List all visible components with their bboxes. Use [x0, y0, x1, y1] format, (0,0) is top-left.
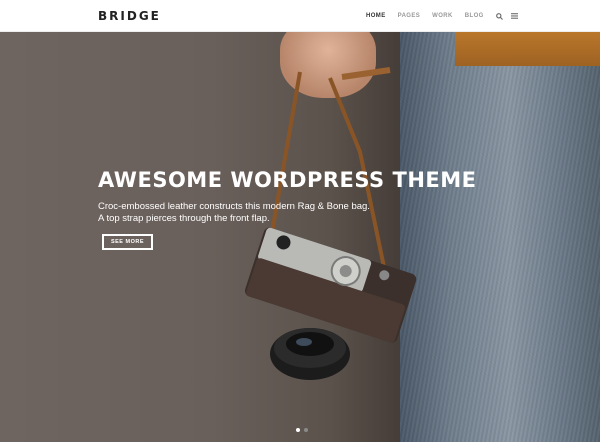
nav-item-blog[interactable]: BLOG [465, 13, 484, 19]
nav-item-work[interactable]: WORK [432, 13, 453, 19]
hero-camera-image [244, 67, 417, 380]
slider-dot-1[interactable] [296, 428, 300, 432]
slider-dot-2[interactable] [304, 428, 308, 432]
slider-pagination [296, 428, 312, 432]
hero-title: AWESOME WORDPRESS THEME [98, 168, 477, 192]
hero-slider: AWESOME WORDPRESS THEME Croc-embossed le… [0, 32, 600, 442]
hero-description-line-2: A top strap pierces through the front fl… [98, 213, 270, 224]
hero-description-line-1: Croc-embossed leather constructs this mo… [98, 201, 370, 212]
nav-item-pages[interactable]: PAGES [398, 13, 421, 19]
site-logo[interactable]: BRIDGE [98, 9, 161, 23]
site-header: BRIDGE HOME PAGES WORK BLOG [0, 0, 600, 32]
hamburger-menu-icon[interactable] [511, 12, 519, 20]
hero-description: Croc-embossed leather constructs this mo… [98, 201, 370, 225]
main-nav: HOME PAGES WORK BLOG [366, 12, 526, 20]
search-icon[interactable] [496, 12, 504, 20]
see-more-button[interactable]: SEE MORE [102, 234, 153, 250]
nav-item-home[interactable]: HOME [366, 13, 386, 19]
